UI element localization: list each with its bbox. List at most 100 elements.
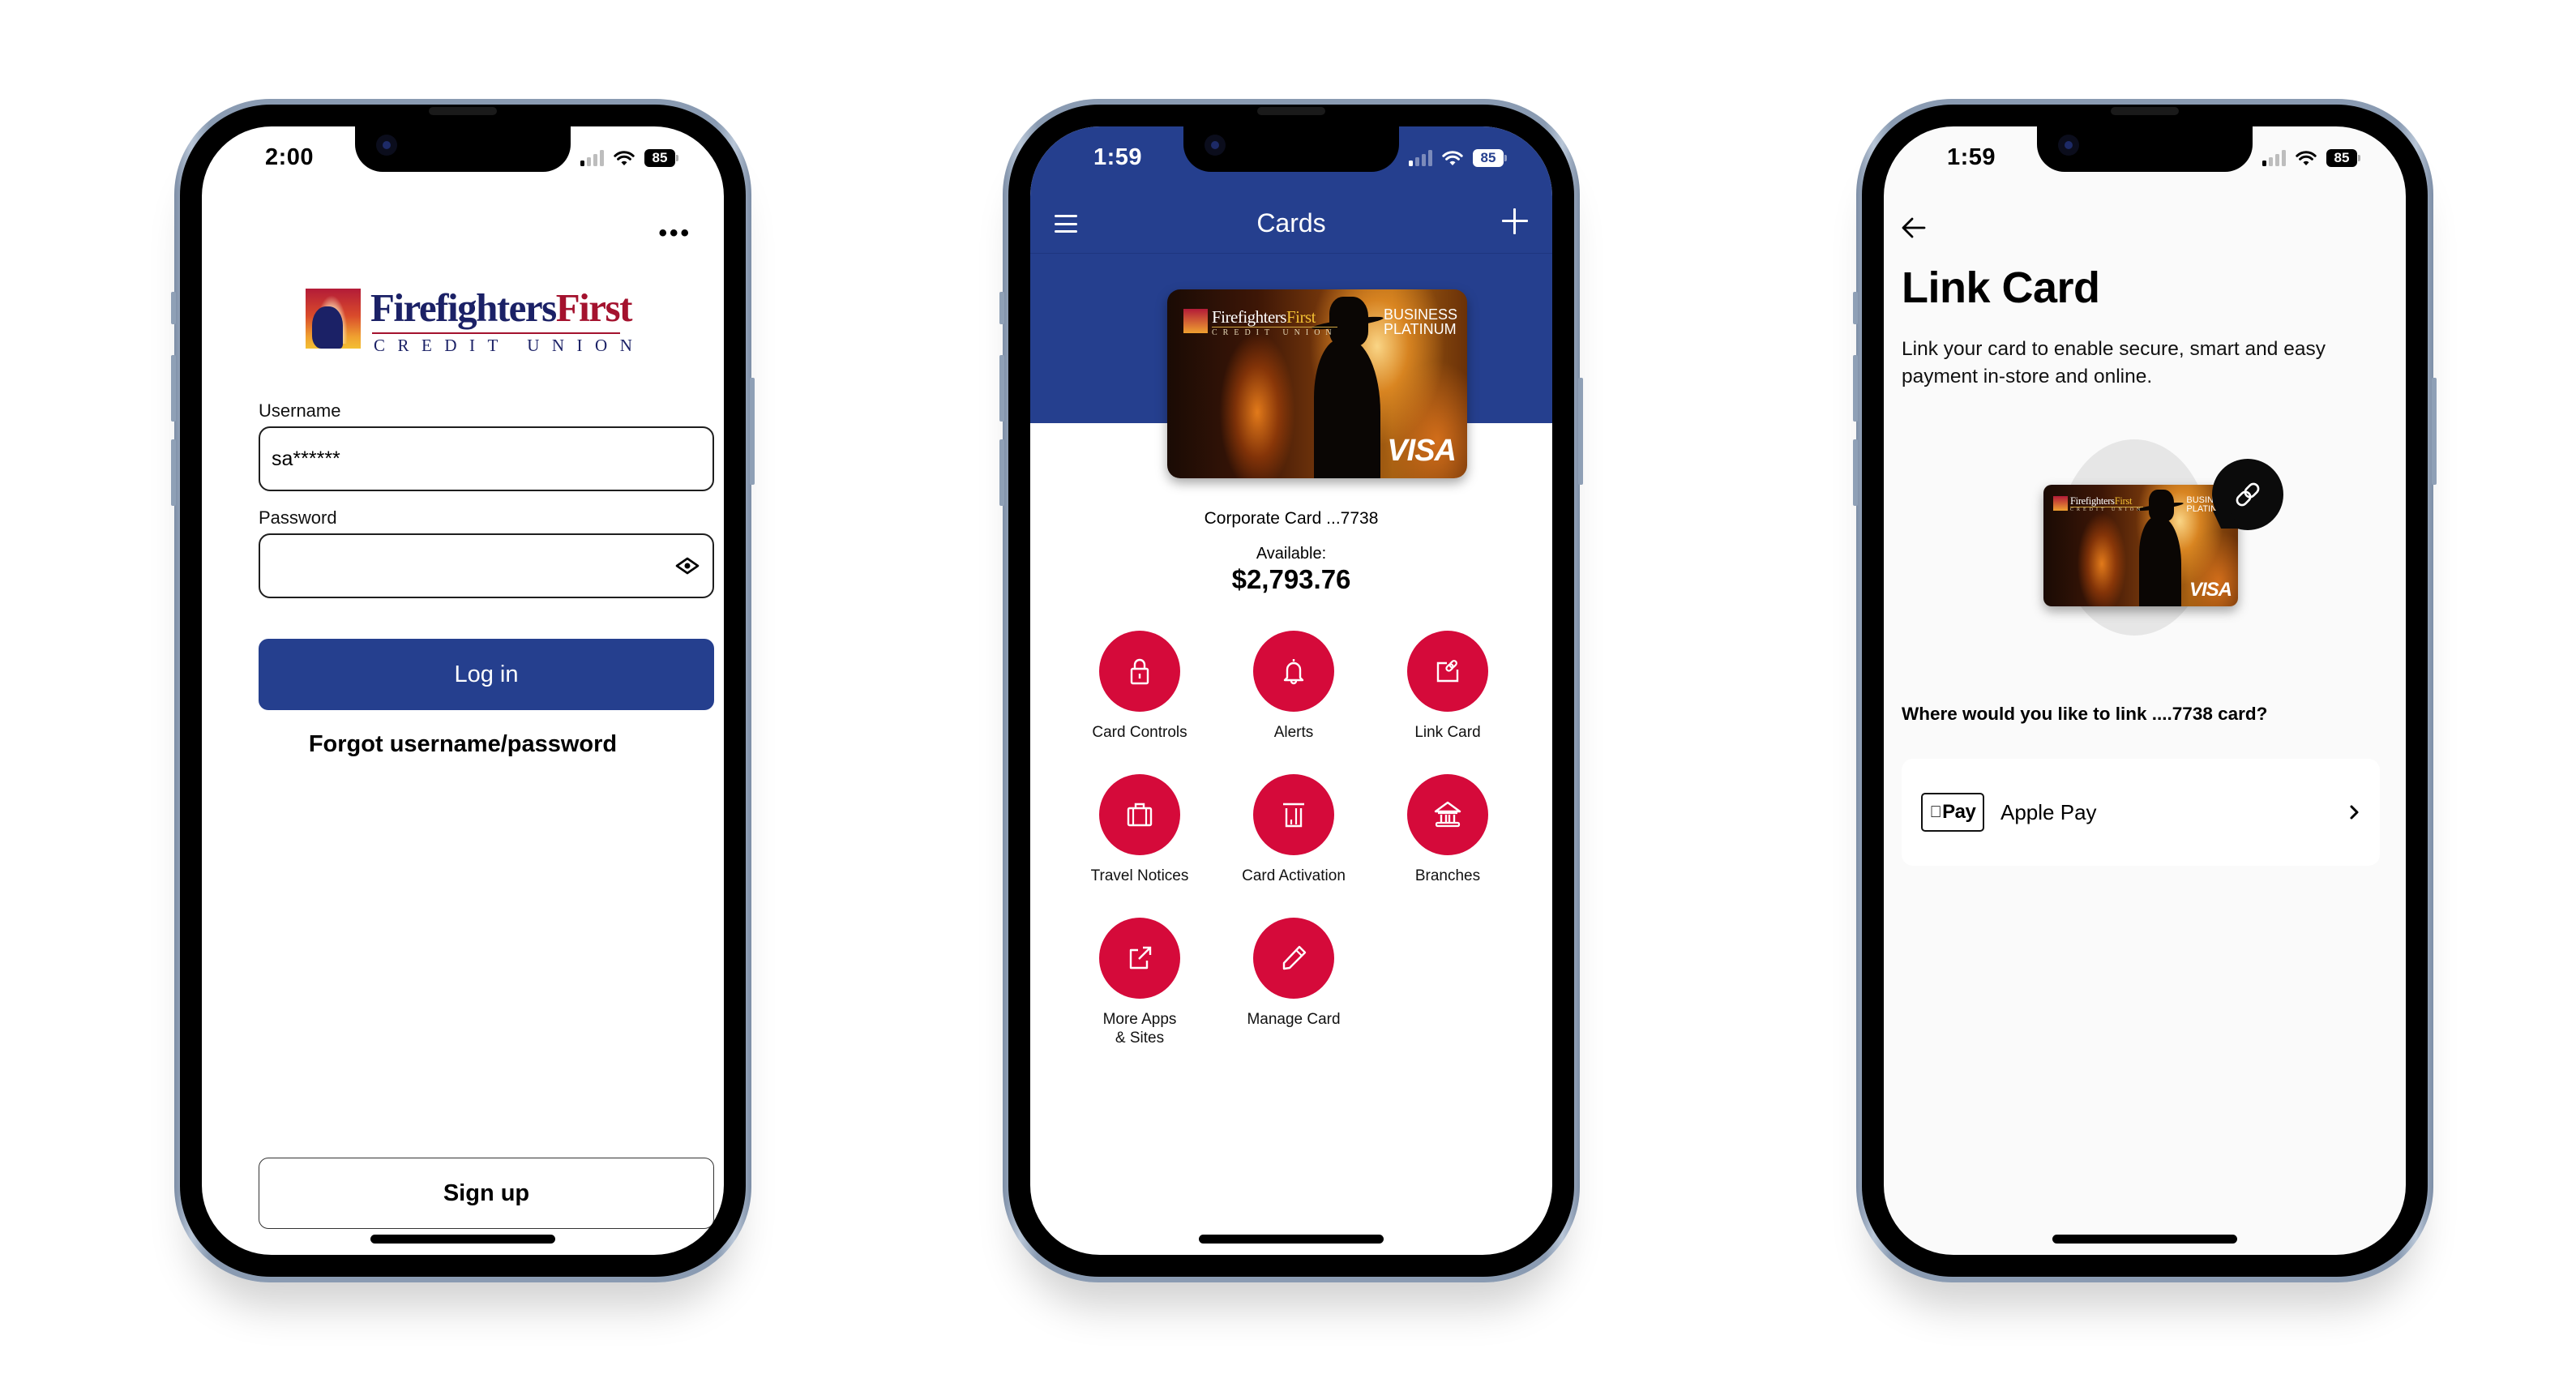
card-emblem-icon xyxy=(1183,309,1208,333)
wifi-icon xyxy=(2296,151,2317,165)
signup-button[interactable]: Sign up xyxy=(259,1158,714,1229)
page-description: Link your card to enable secure, smart a… xyxy=(1902,338,2326,387)
card-brand-part2: First xyxy=(2114,495,2133,507)
screen: 2:00 85 ••• FirefightersFirst CREDIT UNI… xyxy=(202,126,724,1255)
firefighter-silhouette xyxy=(2138,516,2182,606)
front-camera xyxy=(1205,135,1226,156)
logo-rule xyxy=(372,332,620,334)
arrow-left-icon[interactable] xyxy=(1900,216,1928,240)
earpiece-speaker xyxy=(2111,107,2179,115)
app-header: Cards xyxy=(1030,203,1552,254)
apple-pay-option[interactable]: Pay Apple Pay xyxy=(1902,759,2380,866)
chain-link-icon xyxy=(2236,482,2260,507)
card-brand-subtitle: CREDIT UNION xyxy=(2070,507,2144,512)
home-indicator[interactable] xyxy=(370,1235,555,1244)
card-emblem-icon xyxy=(2053,496,2068,511)
status-icons: 85 xyxy=(580,149,678,167)
password-input[interactable] xyxy=(259,533,714,598)
status-time: 1:59 xyxy=(1947,144,1996,170)
chevron-right-icon xyxy=(2350,805,2359,820)
volume-up-button xyxy=(171,355,176,422)
available-label: Available: xyxy=(1256,545,1327,563)
cellular-signal-icon xyxy=(1409,150,1432,166)
more-options-icon[interactable]: ••• xyxy=(658,221,691,246)
add-card-plus-icon[interactable] xyxy=(1502,208,1528,234)
front-camera xyxy=(376,135,397,156)
action-label: Manage Card xyxy=(1247,1011,1341,1028)
lock-icon xyxy=(1130,658,1149,685)
firefighter-emblem-icon xyxy=(306,289,361,349)
action-alerts[interactable]: Alerts xyxy=(1217,631,1371,742)
card-brand-logo: FirefightersFirst CREDIT UNION xyxy=(2053,495,2144,512)
action-label: More Apps & Sites xyxy=(1102,1011,1177,1047)
link-destination-question: Where would you like to link ....7738 ca… xyxy=(1902,704,2268,724)
page-title: Cards xyxy=(1256,208,1326,238)
wallet-option-label: Apple Pay xyxy=(2000,799,2097,824)
link-card-icon xyxy=(1436,660,1459,683)
status-icons: 85 xyxy=(2262,149,2360,167)
screen: 1:59 85 Cards FirefightersFirst CREDIT U… xyxy=(1030,126,1552,1255)
apple-pay-mark: Pay xyxy=(1921,793,1984,832)
status-icons: 85 xyxy=(1409,149,1507,167)
page-title: Link Card xyxy=(1902,263,2100,312)
login-button[interactable]: Log in xyxy=(259,639,714,710)
link-badge xyxy=(2212,459,2283,530)
volume-down-button xyxy=(1853,439,1858,506)
action-label: Travel Notices xyxy=(1090,867,1189,884)
action-manage-card[interactable]: Manage Card xyxy=(1217,918,1371,1047)
username-label: Username xyxy=(259,400,341,421)
action-label: Alerts xyxy=(1273,724,1314,741)
mute-switch xyxy=(1853,292,1858,324)
status-time: 2:00 xyxy=(265,144,315,170)
username-input[interactable]: sa****** xyxy=(259,426,714,491)
card-brand-name: FirefightersFirst xyxy=(2070,495,2143,507)
payment-card-image[interactable]: FirefightersFirst CREDIT UNION BUSINESS P… xyxy=(1167,289,1467,478)
card-tier-line1: BUSINESS xyxy=(1383,306,1457,323)
power-button xyxy=(2432,378,2437,485)
action-label: Card Controls xyxy=(1092,724,1187,741)
firefighters-first-logo: FirefightersFirst CREDIT UNION xyxy=(306,287,632,355)
battery-icon: 85 xyxy=(2326,149,2360,167)
card-brand-part1: Firefighters xyxy=(2070,495,2115,507)
notch xyxy=(2037,126,2253,172)
wifi-icon xyxy=(1442,151,1463,165)
action-link-card[interactable]: Link Card xyxy=(1371,631,1525,742)
payment-card-image: FirefightersFirst CREDIT UNION BUSINESS P… xyxy=(2043,485,2238,606)
action-branches[interactable]: Branches xyxy=(1371,774,1525,885)
external-link-icon xyxy=(1129,946,1152,970)
cellular-signal-icon xyxy=(580,150,604,166)
volume-down-button xyxy=(999,439,1004,506)
logo-subtitle: CREDIT UNION xyxy=(374,336,645,355)
action-card-controls[interactable]: Card Controls xyxy=(1063,631,1217,742)
apple-logo-icon:  xyxy=(1930,803,1942,822)
card-brand-name: FirefightersFirst xyxy=(1212,307,1337,327)
cellular-signal-icon xyxy=(2262,150,2286,166)
status-time: 1:59 xyxy=(1093,144,1143,170)
volume-up-button xyxy=(999,355,1004,422)
action-travel-notices[interactable]: Travel Notices xyxy=(1063,774,1217,885)
forgot-credentials-link[interactable]: Forgot username/password xyxy=(202,731,724,758)
home-indicator[interactable] xyxy=(2052,1235,2237,1244)
visa-logo: VISA xyxy=(2189,579,2232,601)
power-button xyxy=(750,378,755,485)
action-card-activation[interactable]: Card Activation xyxy=(1217,774,1371,885)
bell-icon xyxy=(1283,659,1304,685)
power-button xyxy=(1578,378,1583,485)
battery-level: 85 xyxy=(2326,149,2357,167)
visa-logo: VISA xyxy=(1387,434,1457,468)
password-label: Password xyxy=(259,507,337,528)
home-indicator[interactable] xyxy=(1199,1235,1384,1244)
card-brand-part1: Firefighters xyxy=(1212,307,1286,327)
action-label: Link Card xyxy=(1414,724,1481,741)
mute-switch xyxy=(171,292,176,324)
card-brand-subtitle: CREDIT UNION xyxy=(1212,327,1337,337)
card-brand-part2: First xyxy=(1286,307,1316,327)
screen: 1:59 85 Link Card Link your card to enab… xyxy=(1884,126,2406,1255)
firefighter-silhouette xyxy=(1314,338,1380,478)
battery-level: 85 xyxy=(1473,149,1504,167)
action-label: Card Activation xyxy=(1242,867,1346,884)
eye-icon[interactable] xyxy=(674,552,701,580)
action-more-apps-sites[interactable]: More Apps & Sites xyxy=(1063,918,1217,1047)
card-actions-grid: Card Controls Alerts Link Card Travel No… xyxy=(1063,631,1525,1047)
notch xyxy=(355,126,571,172)
